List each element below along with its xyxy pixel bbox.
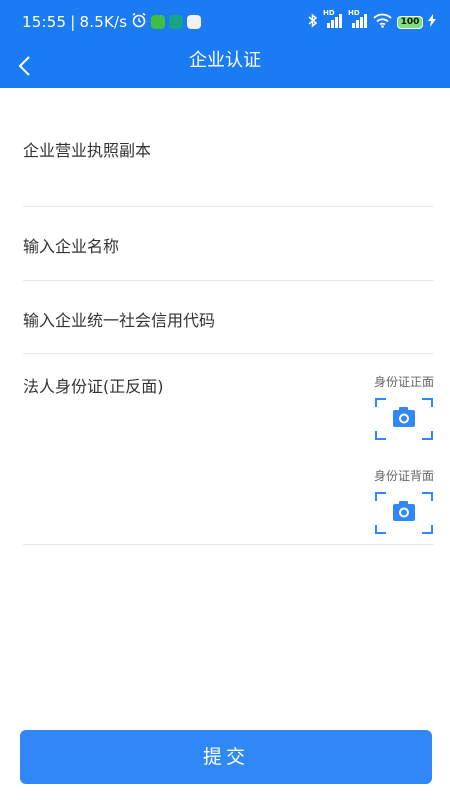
network-label: HD — [323, 8, 335, 17]
status-bar: 15:55 | 8.5K/s HD HD 100 — [0, 0, 450, 44]
submit-button[interactable]: 提交 — [20, 730, 432, 784]
divider — [23, 544, 434, 545]
company-name-input[interactable]: 输入企业名称 — [23, 233, 119, 257]
id-back-caption: 身份证背面 — [373, 469, 434, 483]
id-front-upload-button[interactable] — [375, 398, 433, 440]
app-icon — [169, 15, 184, 29]
status-separator: | — [70, 13, 76, 31]
id-card-label: 法人身份证(正反面) — [23, 377, 164, 396]
divider — [23, 280, 434, 281]
bluetooth-icon — [308, 12, 318, 32]
camera-icon[interactable] — [375, 492, 433, 534]
app-icon — [187, 15, 202, 29]
id-back-upload-button[interactable] — [375, 492, 433, 534]
status-net-speed: 8.5K/s — [79, 13, 128, 31]
status-left: 15:55 | 8.5K/s — [22, 12, 202, 32]
network-label: HD — [348, 8, 360, 17]
signal-icon: HD — [323, 9, 343, 32]
camera-icon[interactable] — [375, 398, 433, 440]
alarm-icon — [131, 12, 147, 32]
status-time: 15:55 — [22, 13, 67, 31]
divider — [23, 353, 434, 354]
charging-icon — [428, 13, 436, 31]
license-upload-label[interactable]: 企业营业执照副本 — [23, 137, 151, 161]
id-front-caption: 身份证正面 — [373, 375, 434, 389]
battery-icon: 100 — [397, 15, 423, 29]
page-title: 企业认证 — [189, 50, 261, 71]
signal-icon: HD — [348, 9, 368, 32]
nav-bar: 企业认证 — [0, 44, 450, 88]
app-icon — [151, 15, 166, 29]
status-right: HD HD 100 — [308, 9, 436, 32]
wifi-icon — [373, 13, 392, 32]
divider — [23, 206, 434, 207]
credit-code-input[interactable]: 输入企业统一社会信用代码 — [23, 307, 215, 331]
